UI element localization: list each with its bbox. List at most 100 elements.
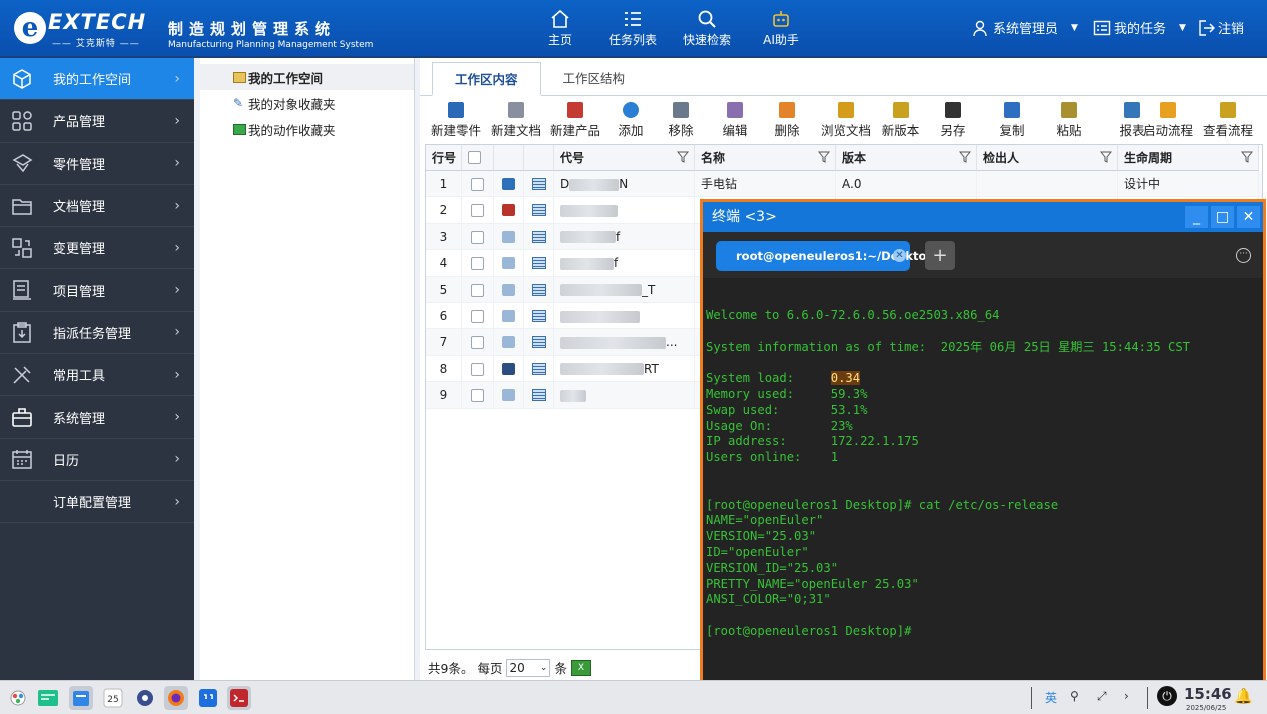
select-all-checkbox[interactable] xyxy=(468,151,481,164)
attributes-icon[interactable] xyxy=(532,257,546,270)
paste-button[interactable]: 粘贴 xyxy=(1054,102,1084,139)
new-version-button[interactable]: 新版本 xyxy=(879,102,922,139)
filter-icon[interactable] xyxy=(677,151,689,163)
edit-icon xyxy=(727,102,743,118)
sidebar-item-project[interactable]: 项目管理 › xyxy=(0,269,194,312)
settings-app-icon[interactable] xyxy=(133,686,157,710)
notification-bell-icon[interactable]: 🔔 xyxy=(1234,687,1253,705)
page-size-select[interactable]: 20 ⌄ xyxy=(506,658,551,677)
attributes-icon[interactable] xyxy=(532,362,546,375)
tab-workspace-structure[interactable]: 工作区结构 xyxy=(541,62,648,96)
usb-icon[interactable]: ⚲ xyxy=(1070,689,1079,703)
sidebar-item-product[interactable]: 产品管理 › xyxy=(0,100,194,143)
tree-item-object-favorites[interactable]: ✎ 我的对象收藏夹 xyxy=(200,90,414,116)
copy-button[interactable]: 复制 xyxy=(997,102,1027,139)
row-checkbox[interactable] xyxy=(471,310,484,323)
tray-expand-icon[interactable]: › xyxy=(1124,689,1129,703)
attributes-icon[interactable] xyxy=(532,336,546,349)
sidebar-item-change[interactable]: 变更管理 › xyxy=(0,227,194,270)
remove-button[interactable]: 移除 xyxy=(666,102,696,139)
delete-button[interactable]: 删除 xyxy=(772,102,802,139)
sidebar-item-order-config[interactable]: 订单配置管理 › xyxy=(0,481,194,524)
filter-icon[interactable] xyxy=(1241,151,1253,163)
nav-task-list[interactable]: 任务列表 xyxy=(597,0,669,56)
row-checkbox[interactable] xyxy=(471,336,484,350)
new-product-button[interactable]: 新建产品 xyxy=(547,102,603,139)
col-header-code[interactable]: 代号 xyxy=(554,145,695,171)
nav-ai-assistant[interactable]: AI助手 xyxy=(745,0,817,56)
col-header-select[interactable] xyxy=(462,145,494,171)
ime-indicator[interactable]: 英 xyxy=(1045,689,1057,706)
toolbar-label: 另存 xyxy=(940,123,966,138)
sidebar-item-document[interactable]: 文档管理 › xyxy=(0,185,194,228)
attributes-icon[interactable] xyxy=(532,178,546,190)
terminal-tab[interactable]: root@openeuleros1:~/Desktop ✕ xyxy=(716,241,935,271)
logout-button[interactable]: 注销 xyxy=(1197,18,1244,37)
col-header-checkout[interactable]: 检出人 xyxy=(977,145,1118,171)
col-header-version[interactable]: 版本 xyxy=(836,145,977,171)
row-checkbox[interactable] xyxy=(471,362,484,376)
user-menu[interactable]: 系统管理员 ▼ xyxy=(972,18,1078,37)
maximize-button[interactable]: □ xyxy=(1211,206,1234,228)
terminal-app-icon[interactable] xyxy=(227,686,251,710)
sidebar-item-part[interactable]: 零件管理 › xyxy=(0,143,194,185)
export-excel-icon[interactable]: X xyxy=(570,659,591,676)
nav-home[interactable]: 主页 xyxy=(524,0,596,56)
file-manager-icon[interactable] xyxy=(69,686,93,710)
sidebar-item-system[interactable]: 系统管理 › xyxy=(0,396,194,439)
start-menu-icon[interactable] xyxy=(6,686,30,710)
filter-icon[interactable] xyxy=(1100,151,1112,163)
tree-item-action-favorites[interactable]: 我的动作收藏夹 xyxy=(200,116,414,142)
sidebar-item-assigned-tasks[interactable]: 指派任务管理 › xyxy=(0,312,194,355)
row-checkbox[interactable] xyxy=(471,283,484,297)
row-checkbox[interactable] xyxy=(471,389,484,403)
calendar-app-icon[interactable]: 25 xyxy=(101,686,125,710)
table-row[interactable]: 1 D N 手电钻 A.0 设计中 xyxy=(426,171,1262,198)
view-workflow-button[interactable]: 查看流程 xyxy=(1200,102,1256,139)
col-header-name[interactable]: 名称 xyxy=(695,145,836,171)
clipboard-icon xyxy=(13,322,31,344)
new-tab-button[interactable]: + xyxy=(925,241,955,270)
terminal-titlebar[interactable]: 终端 <3> _ □ ✕ xyxy=(703,202,1263,232)
attributes-icon[interactable] xyxy=(532,310,546,322)
sidebar-item-label: 项目管理 xyxy=(53,284,106,300)
attributes-icon[interactable] xyxy=(532,204,546,217)
tree-item-label: 我的工作空间 xyxy=(248,70,324,86)
sidebar-item-calendar[interactable]: 日历 › xyxy=(0,439,194,481)
minimize-button[interactable]: _ xyxy=(1185,206,1208,228)
firefox-icon[interactable] xyxy=(164,686,188,710)
row-checkbox[interactable] xyxy=(471,230,484,244)
filter-icon[interactable] xyxy=(959,151,971,163)
filter-icon[interactable] xyxy=(818,151,830,163)
new-part-button[interactable]: 新建零件 xyxy=(428,102,484,139)
edit-button[interactable]: 编辑 xyxy=(720,102,750,139)
sidebar-item-my-workspace[interactable]: 我的工作空间 › xyxy=(0,58,194,101)
col-header-lifecycle[interactable]: 生命周期 xyxy=(1118,145,1259,171)
chat-app-icon[interactable] xyxy=(196,686,220,710)
nav-quick-search[interactable]: 快速检索 xyxy=(671,0,743,56)
add-button[interactable]: 添加 xyxy=(616,102,646,139)
attributes-icon[interactable] xyxy=(532,283,546,296)
save-as-button[interactable]: 另存 xyxy=(938,102,968,139)
attributes-icon[interactable] xyxy=(532,230,546,243)
sidebar-item-tools[interactable]: 常用工具 › xyxy=(0,354,194,397)
my-tasks-menu[interactable]: 我的任务 ▼ xyxy=(1093,18,1186,37)
new-document-button[interactable]: 新建文档 xyxy=(488,102,544,139)
browse-document-button[interactable]: 浏览文档 xyxy=(818,102,874,139)
row-checkbox[interactable] xyxy=(471,204,484,218)
desktop-icon[interactable] xyxy=(36,686,60,710)
network-icon[interactable]: ⤢ xyxy=(1097,689,1107,704)
power-icon[interactable]: ⏻ xyxy=(1157,686,1177,706)
row-number: 4 xyxy=(439,256,448,271)
close-button[interactable]: ✕ xyxy=(1237,206,1260,228)
attributes-icon[interactable] xyxy=(532,389,546,402)
close-tab-icon[interactable]: ✕ xyxy=(893,249,906,262)
tree-item-my-workspace[interactable]: 我的工作空间 xyxy=(200,64,414,90)
clock-time[interactable]: 15:46 xyxy=(1184,685,1232,703)
row-checkbox[interactable] xyxy=(471,178,484,191)
terminal-output[interactable]: Welcome to 6.6.0-72.6.0.56.oe2503.x86_64… xyxy=(706,282,1263,681)
more-options-icon[interactable]: ··· xyxy=(1236,248,1251,263)
tab-workspace-content[interactable]: 工作区内容 xyxy=(432,62,541,96)
start-workflow-button[interactable]: 启动流程 xyxy=(1140,102,1196,139)
row-checkbox[interactable] xyxy=(471,257,484,271)
